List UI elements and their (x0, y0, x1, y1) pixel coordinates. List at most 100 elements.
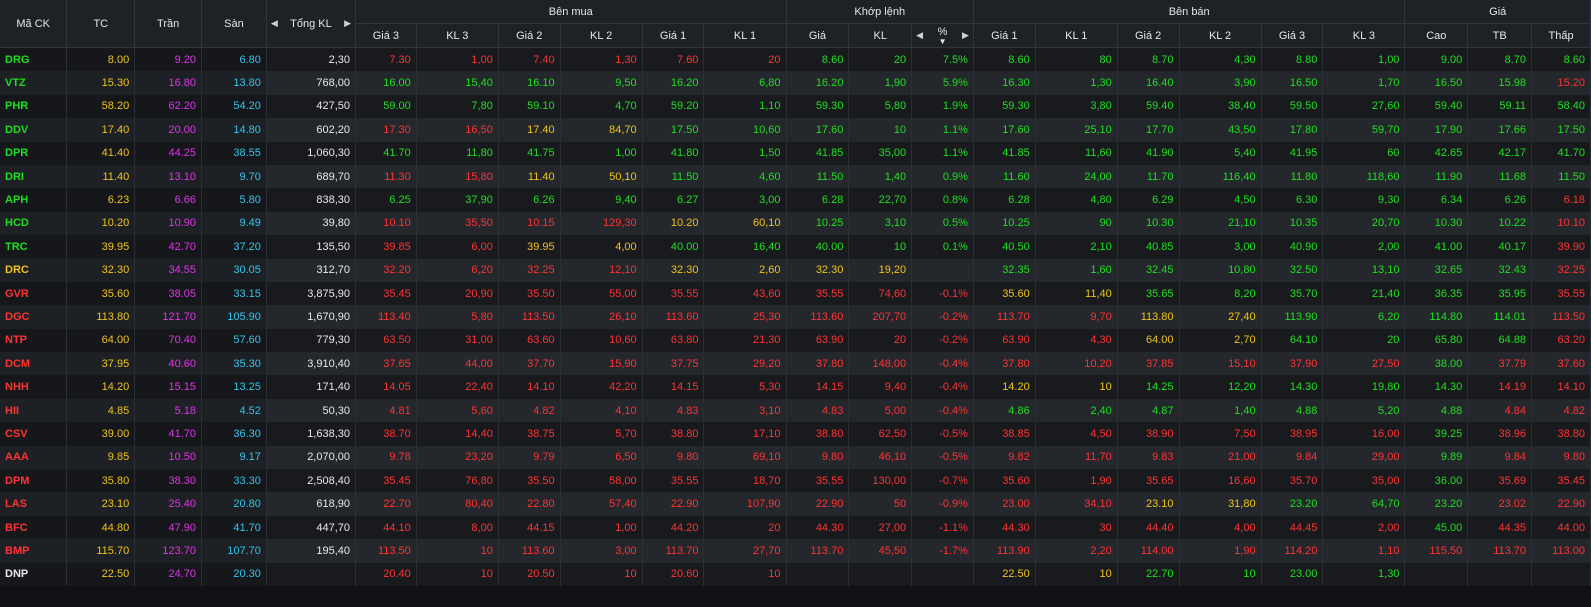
ask-volume-cell: 29,00 (1322, 445, 1406, 470)
ceiling-price-cell: 70.40 (134, 328, 203, 353)
symbol-cell[interactable]: DDV (0, 118, 68, 142)
table-row[interactable]: DRC 32.30 34.55 30.05 312,70 32.20 6,20 32.25 12… (0, 258, 1591, 282)
symbol-cell[interactable]: DNP (0, 562, 68, 586)
col-ban-kl1[interactable]: KL 1 (1035, 23, 1118, 48)
table-row[interactable]: TRC 39.95 42.70 37.20 135,50 39.85 6,00 39.95 4,… (0, 235, 1591, 259)
col-cao[interactable]: Cao (1404, 23, 1469, 48)
col-khop-gia[interactable]: Giá (786, 23, 850, 48)
caret-left-icon[interactable]: ◀ (916, 30, 923, 41)
table-row[interactable]: APH 6.23 6.66 5.80 838,30 6.25 37,90 6.26 9,40 6.… (0, 188, 1591, 212)
ceiling-price-cell: 38.30 (134, 469, 203, 493)
table-row[interactable]: DRI 11.40 13.10 9.70 689,70 11.30 15,80 11.40 50… (0, 164, 1591, 189)
col-thap[interactable]: Thấp (1531, 23, 1591, 48)
symbol-cell[interactable]: DRG (0, 47, 68, 72)
col-tc[interactable]: TC (66, 0, 136, 48)
col-tran[interactable]: Trần (134, 0, 203, 48)
symbol-cell[interactable]: GVR (0, 281, 68, 306)
table-row[interactable]: HCD 10.20 10.90 9.49 39,80 10.10 35,50 10.15 129… (0, 211, 1591, 236)
symbol-cell[interactable]: TRC (0, 235, 68, 259)
symbol-cell[interactable]: NHH (0, 375, 68, 399)
total-volume-cell: 135,50 (266, 235, 357, 259)
match-change-cell: -0.4% (911, 375, 974, 399)
table-row[interactable]: DNP 22.50 24.70 20.30 20.40 10 20.50 10 20.60 10 2… (0, 562, 1591, 586)
col-ban-kl2[interactable]: KL 2 (1179, 23, 1262, 48)
ask-volume-cell: 43,50 (1179, 118, 1262, 142)
table-row[interactable]: NTP 64.00 70.40 57.60 779,30 63.50 31,00 63.60 1… (0, 328, 1591, 353)
col-khop-pct[interactable]: ◀ % ▼ ▶ (911, 23, 974, 48)
bid-volume-cell: 15,40 (416, 71, 499, 95)
symbol-cell[interactable]: VTZ (0, 71, 68, 95)
col-mua-kl1[interactable]: KL 1 (703, 23, 787, 48)
col-khop-kl[interactable]: KL (848, 23, 913, 48)
symbol-cell[interactable]: DGC (0, 305, 68, 329)
col-mua-gia1[interactable]: Giá 1 (642, 23, 705, 48)
table-row[interactable]: DDV 17.40 20.00 14.80 602,20 17.30 16,50 17.40 8… (0, 118, 1591, 142)
table-row[interactable]: NHH 14.20 15.15 13.25 171,40 14.05 22,40 14.10 4… (0, 375, 1591, 399)
ask-price-cell: 16.30 (973, 71, 1036, 95)
col-mua-gia2[interactable]: Giá 2 (498, 23, 561, 48)
floor-price-cell: 13.25 (201, 375, 267, 399)
symbol-cell[interactable]: HCD (0, 211, 68, 236)
sort-desc-icon[interactable]: ▼ (939, 37, 947, 46)
symbol-cell[interactable]: APH (0, 188, 68, 212)
ref-price-cell: 23.10 (66, 492, 136, 516)
table-row[interactable]: DPM 35.80 38.30 33.30 2,508,40 35.45 76,80 35.5… (0, 469, 1591, 493)
table-row[interactable]: LAS 23.10 25.40 20.80 618,90 22.70 80,40 22.80 5… (0, 492, 1591, 516)
bid-volume-cell: 23,20 (416, 445, 499, 470)
col-ban-gia2[interactable]: Giá 2 (1117, 23, 1180, 48)
symbol-cell[interactable]: DCM (0, 352, 68, 376)
bid-volume-cell: 1,50 (703, 141, 787, 165)
table-row[interactable]: CSV 39.00 41.70 36.30 1,638,30 38.70 14,40 38.7… (0, 422, 1591, 446)
symbol-cell[interactable]: DRI (0, 164, 68, 189)
bid-price-cell: 32.25 (498, 258, 561, 282)
symbol-cell[interactable]: HII (0, 398, 68, 423)
symbol-cell[interactable]: LAS (0, 492, 68, 516)
symbol-cell[interactable]: BFC (0, 515, 68, 540)
match-change-cell: -0.4% (911, 398, 974, 423)
ask-price-cell: 17.70 (1117, 118, 1180, 142)
symbol-cell[interactable]: DPR (0, 141, 68, 165)
table-row[interactable]: GVR 35.60 38.05 33.15 3,875,90 35.45 20,90 35.5… (0, 281, 1591, 306)
table-row[interactable]: DPR 41.40 44.25 38.55 1,060,30 41.70 11,80 41.7… (0, 141, 1591, 165)
bid-price-cell: 7.30 (355, 47, 417, 72)
symbol-cell[interactable]: NTP (0, 328, 68, 353)
ask-price-cell: 17.80 (1261, 118, 1324, 142)
col-ma-ck[interactable]: Mã CK (0, 0, 68, 48)
ref-price-cell: 35.60 (66, 281, 136, 306)
symbol-cell[interactable]: PHR (0, 94, 68, 119)
col-tb[interactable]: TB (1467, 23, 1533, 48)
symbol-cell[interactable]: DRC (0, 258, 68, 282)
low-price-cell: 41.70 (1531, 141, 1591, 165)
table-row[interactable]: DRG 8.00 9.20 6.80 2,30 7.30 1,00 7.40 1,30 7.60 2… (0, 47, 1591, 72)
table-row[interactable]: HII 4.85 5.18 4.52 50,30 4.81 5,60 4.82 4,10 4.83… (0, 398, 1591, 423)
floor-price-cell: 14.80 (201, 118, 267, 142)
table-row[interactable]: BFC 44.80 47.90 41.70 447,70 44.10 8,00 44.15 1,… (0, 515, 1591, 540)
col-mua-kl2[interactable]: KL 2 (560, 23, 643, 48)
table-row[interactable]: DGC 113.80 121.70 105.90 1,670,90 113.40 5,80 1… (0, 305, 1591, 329)
table-row[interactable]: VTZ 15.30 16.80 13.80 768,00 16.00 15,40 16.10 9… (0, 71, 1591, 95)
col-ban-kl3[interactable]: KL 3 (1322, 23, 1406, 48)
bid-price-cell: 113.60 (642, 305, 705, 329)
caret-right-icon[interactable]: ▶ (344, 18, 351, 29)
avg-price-cell: 114.01 (1467, 305, 1533, 329)
col-tong-kl[interactable]: ◀ Tổng KL ▶ (266, 0, 357, 48)
symbol-cell[interactable]: AAA (0, 445, 68, 470)
col-ban-gia1[interactable]: Giá 1 (973, 23, 1036, 48)
floor-price-cell: 37.20 (201, 235, 267, 259)
caret-left-icon[interactable]: ◀ (271, 18, 278, 29)
table-row[interactable]: PHR 58.20 62.20 54.20 427,50 59.00 7,80 59.10 4,… (0, 94, 1591, 119)
ask-price-cell: 10.30 (1117, 211, 1180, 236)
caret-right-icon[interactable]: ▶ (962, 30, 969, 41)
symbol-cell[interactable]: CSV (0, 422, 68, 446)
symbol-cell[interactable]: DPM (0, 469, 68, 493)
table-row[interactable]: AAA 9.85 10.50 9.17 2,070,00 9.78 23,20 9.79 6,5… (0, 445, 1591, 470)
col-ban-gia3[interactable]: Giá 3 (1261, 23, 1324, 48)
bid-volume-cell: 44,00 (416, 352, 499, 376)
symbol-cell[interactable]: BMP (0, 539, 68, 563)
col-san[interactable]: Sàn (201, 0, 267, 48)
col-mua-gia3[interactable]: Giá 3 (355, 23, 417, 48)
match-price-cell: 17.60 (786, 118, 850, 142)
table-row[interactable]: BMP 115.70 123.70 107.70 195,40 113.50 10 113.6… (0, 539, 1591, 563)
col-mua-kl3[interactable]: KL 3 (416, 23, 499, 48)
table-row[interactable]: DCM 37.95 40.60 35.30 3,910,40 37.65 44,00 37.7… (0, 352, 1591, 376)
